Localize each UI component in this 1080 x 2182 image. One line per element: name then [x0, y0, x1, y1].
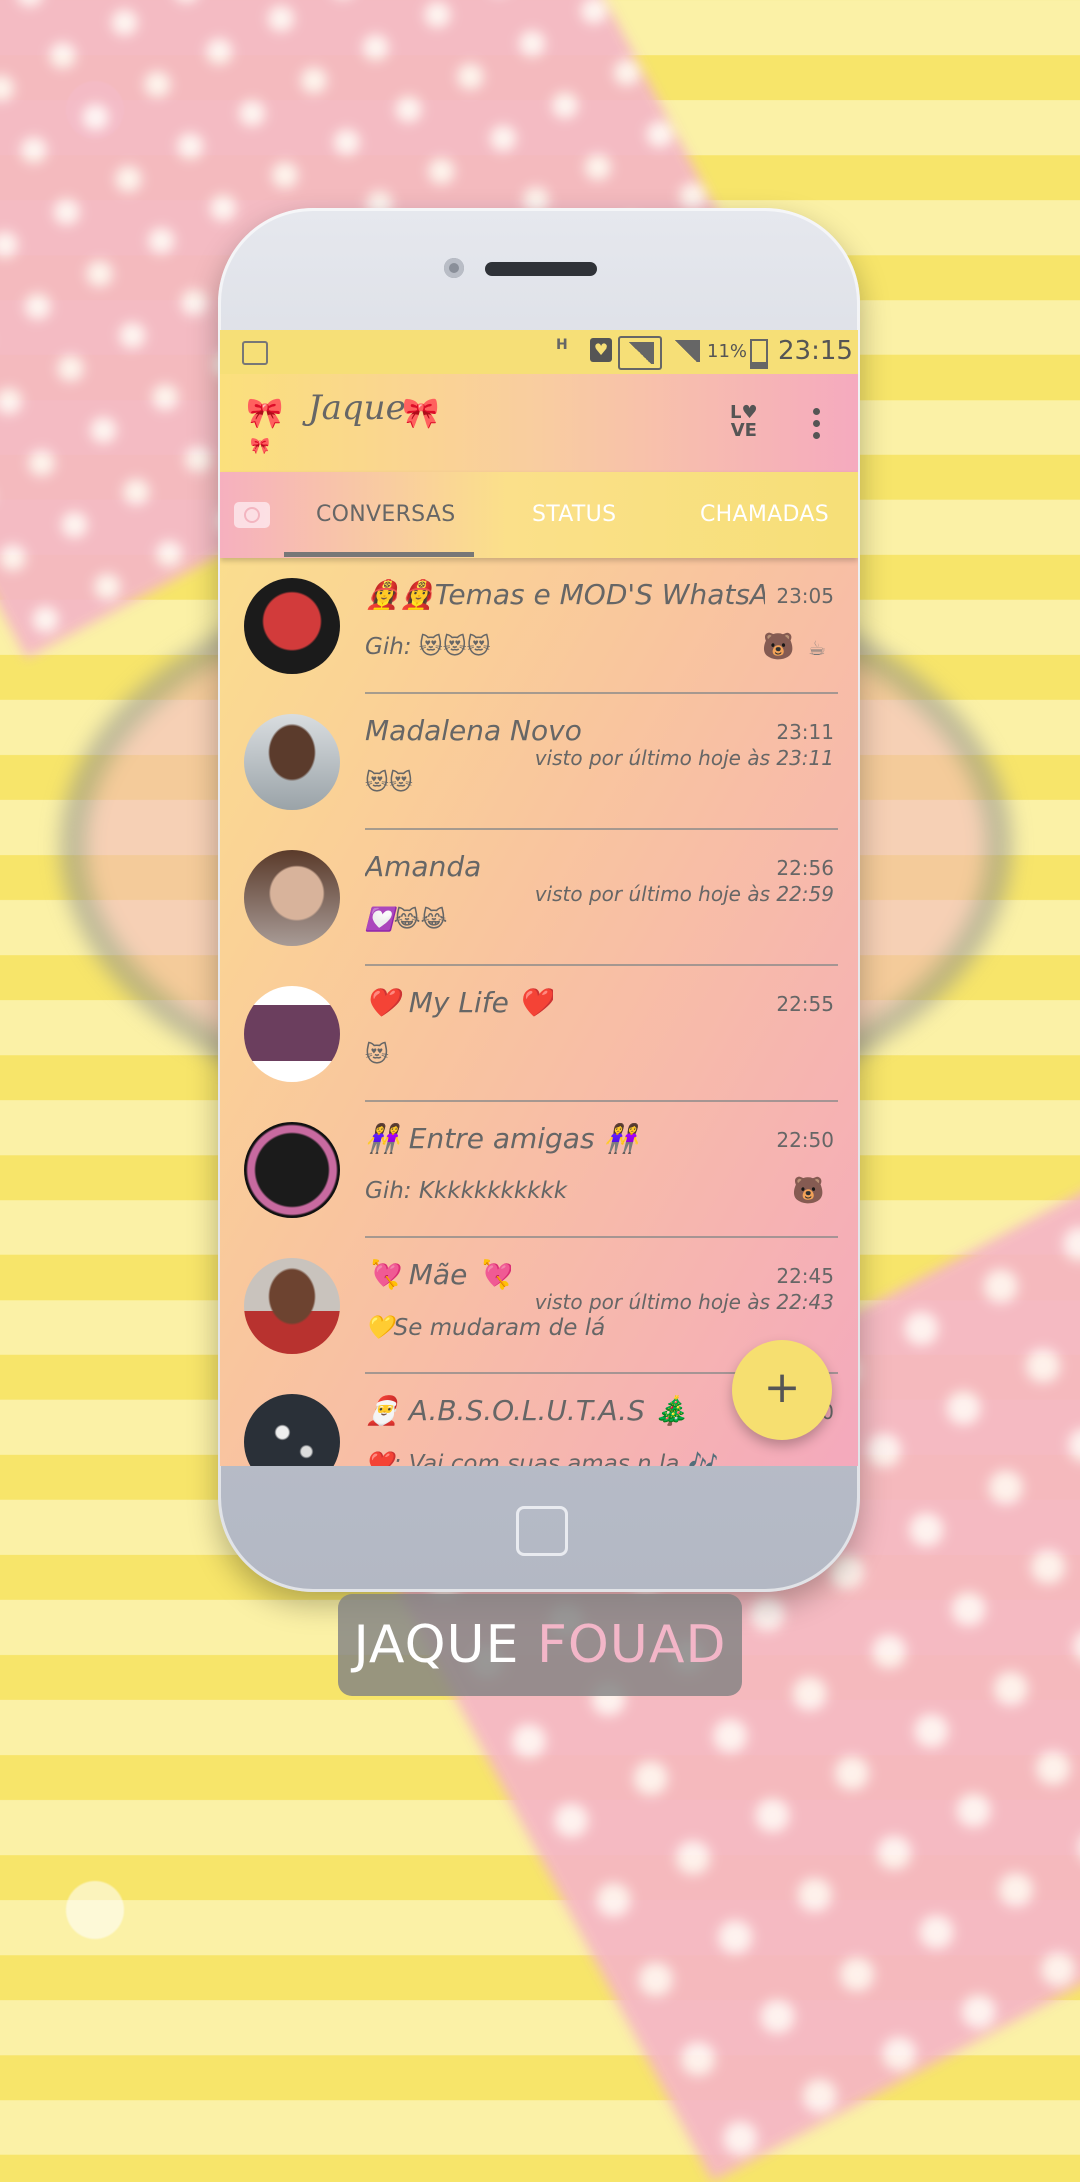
chat-row[interactable]: Amanda 22:56 visto por último hoje às 22… [220, 830, 858, 966]
chat-time: 23:05 [776, 584, 834, 608]
camera-tab-icon[interactable] [234, 502, 270, 528]
teddy-bear-icon: 🐻 [762, 632, 795, 662]
avatar [244, 578, 340, 674]
chat-message: Gih: Kkkkkkkkkkk [365, 1178, 568, 1204]
avatar [244, 986, 340, 1082]
last-seen-text: visto por último hoje às 22:43 [534, 1290, 834, 1314]
bow-icon: 🎀 [246, 396, 284, 431]
banner-part-1: JAQUE [353, 1615, 537, 1675]
chat-time: 22:45 [776, 1264, 834, 1288]
chat-name: 🎅 A.B.S.O.L.U.T.A.S 🎄 [365, 1394, 689, 1427]
last-seen-text: visto por último hoje às 23:11 [534, 746, 834, 770]
network-type-indicator: H [556, 337, 568, 353]
tab-status[interactable]: STATUS [532, 502, 616, 527]
love-icon[interactable]: L♥ VE [730, 404, 758, 440]
chat-time: 22:50 [776, 1128, 834, 1152]
signal-icon-2 [666, 336, 706, 366]
status-bar: H ♥ 11% 23:15 [220, 330, 858, 374]
active-tab-indicator [284, 552, 474, 557]
avatar [244, 1258, 340, 1354]
chat-time: 22:55 [776, 992, 834, 1016]
love-line-2: VE [730, 420, 757, 441]
status-time: 23:15 [778, 336, 853, 366]
chat-name: 👭 Entre amigas 👭 [365, 1122, 639, 1155]
avatar [244, 1122, 340, 1218]
chat-name: ❤️ My Life ❤️ [365, 986, 553, 1019]
chat-row[interactable]: ❤️ My Life ❤️ 22:55 😻 [220, 966, 858, 1102]
chat-message: 😻 [365, 1042, 389, 1068]
avatar [244, 1394, 340, 1466]
heart-notification-icon: ♥ [590, 338, 612, 362]
chat-time: 23:11 [776, 720, 834, 744]
avatar [244, 714, 340, 810]
banner-part-2: FOUAD [536, 1615, 727, 1675]
watermark-banner: JAQUE FOUAD [338, 1594, 742, 1696]
chat-message: 😻😻 [365, 770, 413, 796]
chat-name: 💘 Mãe 💘 [365, 1258, 512, 1291]
app-title: Jaque [308, 388, 406, 428]
small-bow-icon: 🎀 [250, 436, 270, 455]
tab-conversas[interactable]: CONVERSAS [316, 502, 455, 527]
app-bar: 🎀 🎀 Jaque 🎀 L♥ VE [220, 374, 858, 472]
chat-message: 💟😹😹 [365, 907, 448, 933]
battery-percentage: 11% [707, 341, 748, 362]
phone-speaker [485, 262, 597, 276]
chat-message: Gih: 😻😻😻 [365, 634, 491, 660]
avatar [244, 850, 340, 946]
chat-name: Madalena Novo [365, 714, 582, 747]
chat-time: 22:56 [776, 856, 834, 880]
chat-name: 👩‍🚒👩‍🚒Temas e MOD'S WhatsA… [365, 578, 765, 611]
battery-icon [750, 339, 768, 369]
chat-row[interactable]: Madalena Novo 23:11 visto por último hoj… [220, 694, 858, 830]
chat-message: ❤️: Vai com suas amas n la 🎶 [365, 1451, 716, 1466]
teddy-bear-icon: 🐻 [792, 1176, 825, 1206]
chat-message: 💛Se mudaram de lá [365, 1315, 606, 1341]
bow-icon-right: 🎀 [402, 396, 440, 431]
front-camera [444, 258, 464, 278]
image-notification-icon [242, 341, 268, 365]
chat-name: Amanda [365, 850, 482, 883]
chat-row[interactable]: 👩‍🚒👩‍🚒Temas e MOD'S WhatsA… 23:05 Gih: 😻… [220, 558, 858, 694]
tab-bar: CONVERSAS STATUS CHAMADAS [220, 472, 858, 558]
overflow-menu-icon[interactable] [812, 408, 822, 440]
home-button[interactable] [516, 1506, 568, 1556]
phone-screen: H ♥ 11% 23:15 🎀 🎀 Jaque 🎀 L♥ VE CONVERSA… [220, 330, 858, 1466]
last-seen-text: visto por último hoje às 22:59 [534, 882, 834, 906]
signal-icon [618, 336, 662, 370]
new-chat-button[interactable]: + [732, 1340, 832, 1440]
chat-row[interactable]: 👭 Entre amigas 👭 22:50 Gih: Kkkkkkkkkkk … [220, 1102, 858, 1238]
tab-chamadas[interactable]: CHAMADAS [700, 502, 829, 527]
cup-icon: ☕ [808, 636, 826, 660]
